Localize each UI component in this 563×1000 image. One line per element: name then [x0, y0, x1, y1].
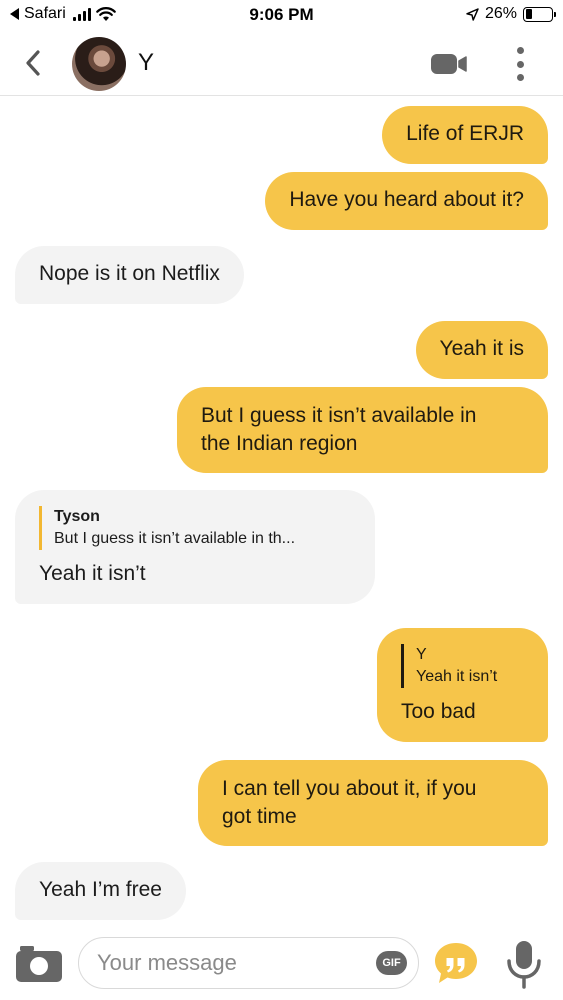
message-text-line: But I guess it isn’t available in [201, 404, 477, 427]
message-text: Have you heard about it? [289, 188, 524, 211]
status-bar: Safari 9:06 PM 26% [0, 0, 563, 34]
message-outgoing[interactable]: Have you heard about it? [265, 172, 548, 230]
quoted-text: But I guess it isn’t available in th... [54, 530, 296, 547]
back-button[interactable] [18, 48, 48, 78]
quoted-text: Yeah it isn’t [416, 668, 498, 685]
quoted-reply[interactable]: Y Yeah it isn’t [401, 644, 524, 688]
message-outgoing[interactable]: Yeah it is [415, 321, 548, 379]
message-text: Yeah it isn’t [39, 562, 146, 585]
message-text: Too bad [401, 700, 476, 723]
more-vertical-icon [516, 47, 524, 54]
message-outgoing-reply[interactable]: Y Yeah it isn’t Too bad [377, 628, 548, 742]
message-text: Life of ERJR [406, 122, 524, 145]
quoted-author: Y [416, 646, 427, 663]
message-composer: GIF [0, 924, 563, 1000]
gif-button[interactable]: GIF [376, 951, 407, 975]
message-outgoing[interactable]: Life of ERJR [382, 106, 548, 164]
battery-icon [523, 6, 556, 22]
battery-percent: 26% [484, 5, 517, 22]
quoted-author: Tyson [54, 508, 100, 525]
quick-reply-button[interactable] [433, 941, 479, 985]
message-incoming-reply[interactable]: Tyson But I guess it isn’t available in … [15, 490, 375, 604]
message-text-line: got time [222, 805, 297, 828]
message-incoming[interactable]: Nope is it on Netflix [15, 246, 244, 304]
video-call-button[interactable] [430, 53, 468, 75]
camera-button[interactable] [16, 946, 62, 982]
message-text: Nope is it on Netflix [39, 262, 220, 285]
chevron-left-icon [26, 50, 40, 76]
camera-icon [16, 946, 62, 982]
message-text-line: I can tell you about it, if you [222, 777, 477, 800]
message-thread[interactable]: Life of ERJR Have you heard about it? No… [0, 96, 563, 924]
message-outgoing[interactable]: I can tell you about it, if you got time [198, 760, 548, 846]
gif-label: GIF [382, 957, 401, 969]
message-outgoing[interactable]: But I guess it isn’t available in the In… [177, 387, 548, 473]
battery-level [525, 9, 532, 19]
voice-message-button[interactable] [504, 939, 544, 989]
chat-header: Y [0, 34, 563, 96]
message-text: Yeah I’m free [39, 878, 162, 901]
more-dot [516, 60, 524, 68]
message-text: Yeah it is [439, 337, 524, 360]
contact-name[interactable]: Y [138, 49, 154, 77]
more-dot [516, 74, 524, 81]
location-arrow-icon [466, 7, 479, 21]
video-call-icon [431, 54, 467, 74]
message-incoming[interactable]: Yeah I’m free [15, 862, 186, 920]
more-options-button[interactable] [510, 44, 530, 84]
microphone-icon [507, 941, 541, 989]
quote-icon [435, 943, 477, 983]
avatar[interactable] [72, 37, 126, 91]
message-input[interactable] [78, 937, 419, 989]
message-text-line: the Indian region [201, 432, 358, 455]
quoted-reply[interactable]: Tyson But I guess it isn’t available in … [39, 506, 351, 550]
